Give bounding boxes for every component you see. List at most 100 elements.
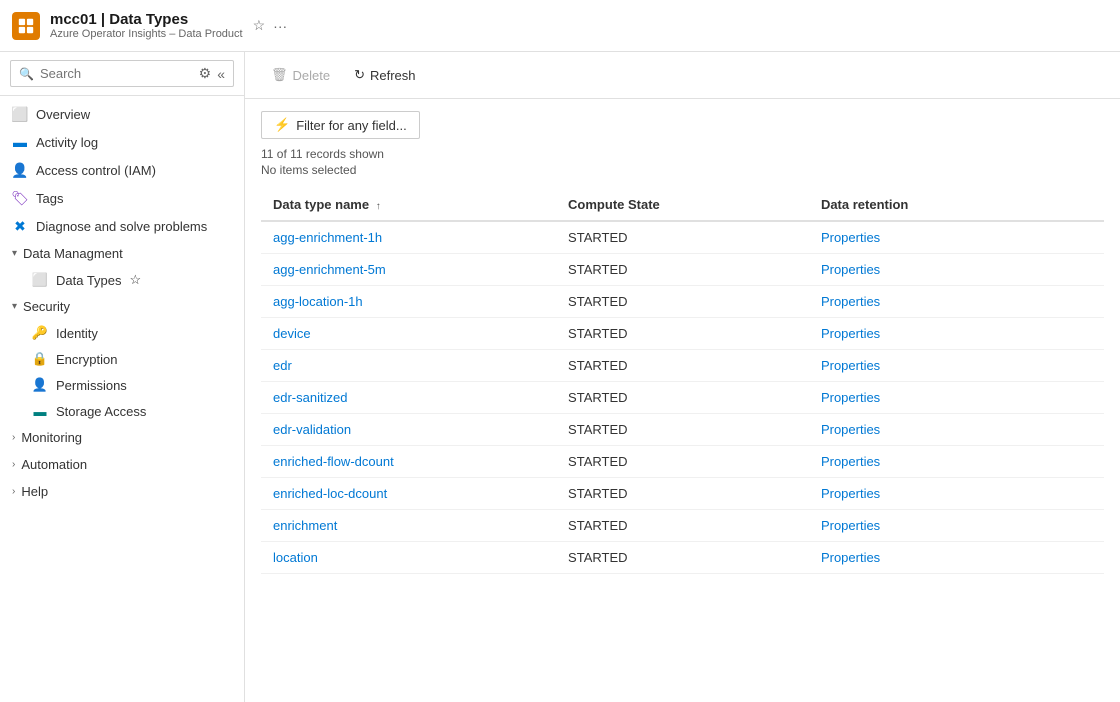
cell-compute-state: STARTED bbox=[556, 382, 809, 414]
more-options-button[interactable]: ··· bbox=[273, 18, 287, 34]
refresh-label: Refresh bbox=[370, 68, 416, 83]
data-type-link[interactable]: agg-location-1h bbox=[273, 294, 363, 309]
data-type-link[interactable]: device bbox=[273, 326, 311, 341]
data-types-table: Data type name ↑ Compute State Data rete… bbox=[261, 189, 1104, 574]
sidebar-section-automation[interactable]: › Automation bbox=[0, 451, 244, 478]
cell-compute-state: STARTED bbox=[556, 478, 809, 510]
table-row: edr-validation STARTED Properties bbox=[261, 414, 1104, 446]
sidebar-item-storage-access[interactable]: ▬ Storage Access bbox=[0, 398, 244, 424]
delete-icon: 🗑 bbox=[271, 67, 288, 83]
column-header-retention: Data retention bbox=[809, 189, 1104, 221]
sidebar-search-container: 🔍 ⚙ « bbox=[0, 52, 244, 96]
cell-data-type-name: device bbox=[261, 318, 556, 350]
overview-icon: ⬜ bbox=[12, 106, 28, 122]
sidebar-item-identity[interactable]: 🔑 Identity bbox=[0, 320, 244, 346]
sidebar-section-data-management[interactable]: ▾ Data Managment bbox=[0, 240, 244, 267]
cell-data-type-name: agg-enrichment-5m bbox=[261, 254, 556, 286]
data-type-link[interactable]: enriched-loc-dcount bbox=[273, 486, 387, 501]
properties-link[interactable]: Properties bbox=[821, 390, 880, 405]
data-type-link[interactable]: enrichment bbox=[273, 518, 337, 533]
data-type-link[interactable]: agg-enrichment-5m bbox=[273, 262, 386, 277]
section-chevron-right-icon: › bbox=[12, 486, 15, 497]
sidebar-item-label: Tags bbox=[36, 191, 232, 206]
cell-data-type-name: edr bbox=[261, 350, 556, 382]
sidebar-item-activity-log[interactable]: ▬ Activity log bbox=[0, 128, 244, 156]
properties-link[interactable]: Properties bbox=[821, 454, 880, 469]
sidebar-item-access-control[interactable]: 👤 Access control (IAM) bbox=[0, 156, 244, 184]
main-layout: 🔍 ⚙ « ⬜ Overview ▬ Activity log 👤 Access… bbox=[0, 52, 1120, 702]
cell-compute-state: STARTED bbox=[556, 542, 809, 574]
header-actions: ☆ ··· bbox=[253, 17, 288, 34]
table-row: agg-enrichment-5m STARTED Properties bbox=[261, 254, 1104, 286]
column-header-state: Compute State bbox=[556, 189, 809, 221]
data-type-link[interactable]: edr-sanitized bbox=[273, 390, 347, 405]
data-types-icon: ⬜ bbox=[32, 272, 48, 288]
cell-compute-state: STARTED bbox=[556, 414, 809, 446]
filter-button[interactable]: ⚡ Filter for any field... bbox=[261, 111, 420, 139]
cell-data-type-name: location bbox=[261, 542, 556, 574]
permissions-icon: 👤 bbox=[32, 377, 48, 393]
table-row: edr-sanitized STARTED Properties bbox=[261, 382, 1104, 414]
records-count: 11 of 11 records shown bbox=[261, 147, 1104, 161]
sidebar-item-permissions[interactable]: 👤 Permissions bbox=[0, 372, 244, 398]
search-box[interactable]: 🔍 ⚙ « bbox=[10, 60, 234, 87]
activity-log-icon: ▬ bbox=[12, 134, 28, 150]
encryption-icon: 🔒 bbox=[32, 351, 48, 367]
sidebar-section-help[interactable]: › Help bbox=[0, 478, 244, 505]
app-icon bbox=[12, 12, 40, 40]
properties-link[interactable]: Properties bbox=[821, 422, 880, 437]
sidebar-item-diagnose[interactable]: ✖ Diagnose and solve problems bbox=[0, 212, 244, 240]
sidebar-section-monitoring[interactable]: › Monitoring bbox=[0, 424, 244, 451]
delete-label: Delete bbox=[293, 68, 331, 83]
properties-link[interactable]: Properties bbox=[821, 262, 880, 277]
search-icon: 🔍 bbox=[19, 67, 34, 81]
diagnose-icon: ✖ bbox=[12, 218, 28, 234]
table-header-row: Data type name ↑ Compute State Data rete… bbox=[261, 189, 1104, 221]
search-input[interactable] bbox=[40, 66, 193, 81]
sidebar-item-label: Activity log bbox=[36, 135, 232, 150]
cell-data-retention: Properties bbox=[809, 350, 1104, 382]
section-chevron-down-icon: ▾ bbox=[12, 301, 17, 312]
sidebar-item-overview[interactable]: ⬜ Overview bbox=[0, 100, 244, 128]
table-row: enriched-loc-dcount STARTED Properties bbox=[261, 478, 1104, 510]
cell-data-retention: Properties bbox=[809, 446, 1104, 478]
properties-link[interactable]: Properties bbox=[821, 550, 880, 565]
cell-compute-state: STARTED bbox=[556, 254, 809, 286]
data-type-link[interactable]: edr bbox=[273, 358, 292, 373]
cell-data-type-name: edr-validation bbox=[261, 414, 556, 446]
sidebar-item-encryption[interactable]: 🔒 Encryption bbox=[0, 346, 244, 372]
sidebar-item-label: Overview bbox=[36, 107, 232, 122]
sidebar-item-data-types[interactable]: ⬜ Data Types ☆ bbox=[0, 267, 244, 293]
identity-icon: 🔑 bbox=[32, 325, 48, 341]
delete-button[interactable]: 🗑 Delete bbox=[261, 62, 340, 88]
data-type-link[interactable]: location bbox=[273, 550, 318, 565]
sidebar-collapse-icon[interactable]: « bbox=[217, 66, 225, 82]
cell-data-retention: Properties bbox=[809, 221, 1104, 254]
sidebar-item-label: Encryption bbox=[56, 352, 117, 367]
cell-data-type-name: enriched-flow-dcount bbox=[261, 446, 556, 478]
sidebar-item-tags[interactable]: 🏷 Tags bbox=[0, 184, 244, 212]
properties-link[interactable]: Properties bbox=[821, 294, 880, 309]
storage-access-icon: ▬ bbox=[32, 403, 48, 419]
data-type-link[interactable]: edr-validation bbox=[273, 422, 351, 437]
data-type-link[interactable]: enriched-flow-dcount bbox=[273, 454, 394, 469]
properties-link[interactable]: Properties bbox=[821, 326, 880, 341]
item-star-icon[interactable]: ☆ bbox=[130, 272, 142, 288]
column-header-name: Data type name ↑ bbox=[261, 189, 556, 221]
search-settings-icon[interactable]: ⚙ bbox=[199, 65, 212, 82]
properties-link[interactable]: Properties bbox=[821, 486, 880, 501]
sidebar-section-security[interactable]: ▾ Security bbox=[0, 293, 244, 320]
favorite-button[interactable]: ☆ bbox=[253, 17, 266, 34]
table-row: enriched-flow-dcountSTARTEDProperties bbox=[261, 446, 1104, 478]
refresh-button[interactable]: ↻ Refresh bbox=[344, 62, 425, 88]
selection-info: No items selected bbox=[261, 163, 1104, 177]
properties-link[interactable]: Properties bbox=[821, 230, 880, 245]
cell-compute-state: STARTED bbox=[556, 286, 809, 318]
properties-link[interactable]: Properties bbox=[821, 518, 880, 533]
header-title-group: mcc01 | Data Types Azure Operator Insigh… bbox=[50, 11, 243, 40]
section-label: Security bbox=[23, 299, 70, 314]
data-type-link[interactable]: agg-enrichment-1h bbox=[273, 230, 382, 245]
properties-link[interactable]: Properties bbox=[821, 358, 880, 373]
refresh-icon: ↻ bbox=[354, 67, 365, 83]
section-chevron-right-icon: › bbox=[12, 459, 15, 470]
